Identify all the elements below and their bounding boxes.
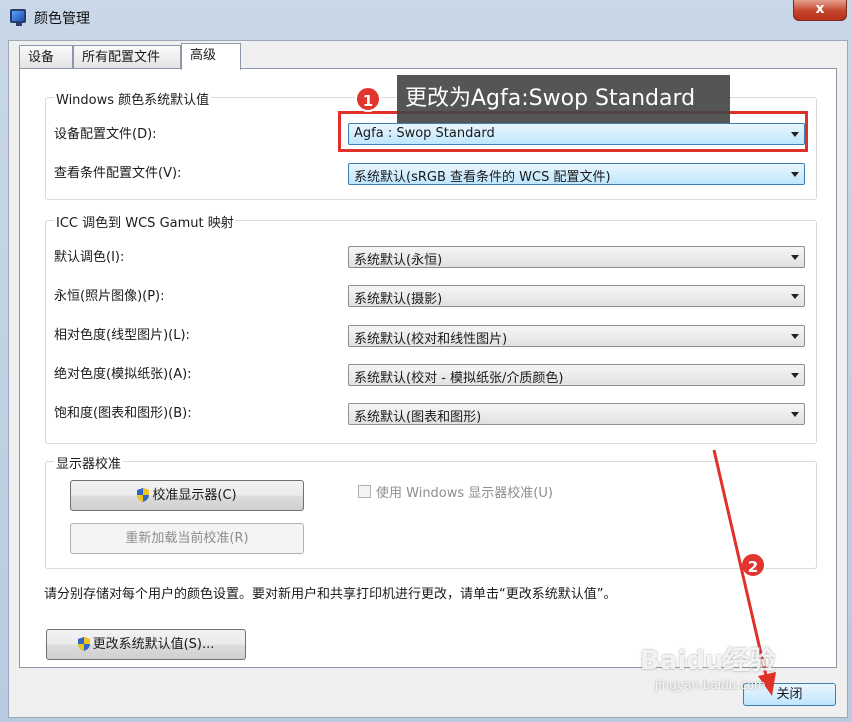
absolute-colorimetric-select[interactable]: 系统默认(校对 - 模拟纸张/介质颜色) [348, 364, 805, 386]
gamut-mapping-group-title: ICC 调色到 WCS Gamut 映射 [54, 212, 236, 231]
chevron-down-icon [791, 255, 799, 260]
step-badge-2: 2 [740, 552, 766, 578]
perceptual-label: 永恒(照片图像)(P): [54, 289, 165, 304]
tab-advanced[interactable]: 高级 [181, 43, 241, 70]
calibrate-display-label: 校准显示器(C) [152, 488, 237, 503]
viewing-profile-value: 系统默认(sRGB 查看条件的 WCS 配置文件) [354, 170, 611, 185]
relative-colorimetric-value: 系统默认(校对和线性图片) [354, 332, 508, 347]
shield-icon [137, 488, 150, 502]
instruction-callout: 更改为Agfa:Swop Standard [397, 75, 730, 123]
saturation-value: 系统默认(图表和图形) [354, 410, 482, 425]
watermark: Baidu经验 [640, 646, 776, 676]
change-system-defaults-button[interactable]: 更改系统默认值(S)... [46, 629, 246, 660]
chevron-down-icon [791, 294, 799, 299]
watermark-url: jingyan.baidu.com [655, 678, 766, 692]
step-badge-1: 1 [355, 86, 381, 112]
default-rendering-label: 默认调色(I): [54, 250, 125, 265]
change-system-defaults-label: 更改系统默认值(S)... [92, 637, 215, 652]
tab-devices[interactable]: 设备 [19, 45, 73, 68]
chevron-down-icon [791, 412, 799, 417]
saturation-select[interactable]: 系统默认(图表和图形) [348, 403, 805, 425]
relative-colorimetric-label: 相对色度(线型图片)(L): [54, 328, 190, 343]
use-windows-calibration-checkbox[interactable] [358, 485, 371, 498]
reload-calibration-button[interactable]: 重新加载当前校准(R) [70, 523, 304, 554]
chevron-down-icon [791, 334, 799, 339]
title-bar: 颜色管理 x [0, 0, 852, 34]
footer-note: 请分别存储对每个用户的颜色设置。要对新用户和共享打印机进行更改，请单击“更改系统… [44, 587, 617, 602]
windows-defaults-group-title: Windows 颜色系统默认值 [54, 89, 212, 108]
absolute-colorimetric-value: 系统默认(校对 - 模拟纸张/介质颜色) [354, 371, 564, 386]
default-rendering-select[interactable]: 系统默认(永恒) [348, 246, 805, 268]
window-title: 颜色管理 [34, 11, 90, 27]
relative-colorimetric-select[interactable]: 系统默认(校对和线性图片) [348, 325, 805, 347]
viewing-profile-select[interactable]: 系统默认(sRGB 查看条件的 WCS 配置文件) [348, 163, 805, 185]
device-profile-label: 设备配置文件(D): [54, 127, 157, 142]
tab-all-profiles[interactable]: 所有配置文件 [73, 45, 181, 68]
absolute-colorimetric-label: 绝对色度(模拟纸张)(A): [54, 367, 192, 382]
viewing-profile-label: 查看条件配置文件(V): [54, 166, 182, 181]
display-calibration-group-title: 显示器校准 [54, 453, 124, 472]
chevron-down-icon [791, 172, 799, 177]
perceptual-select[interactable]: 系统默认(摄影) [348, 285, 805, 307]
use-windows-calibration-label: 使用 Windows 显示器校准(U) [376, 486, 553, 501]
perceptual-value: 系统默认(摄影) [354, 292, 443, 307]
default-rendering-value: 系统默认(永恒) [354, 253, 443, 268]
monitor-icon [10, 9, 26, 26]
shield-icon [77, 637, 90, 651]
chevron-down-icon [791, 373, 799, 378]
advanced-tab-panel: Windows 颜色系统默认值 设备配置文件(D): Agfa : Swop S… [19, 68, 837, 668]
calibrate-display-button[interactable]: 校准显示器(C) [70, 480, 304, 511]
saturation-label: 饱和度(图表和图形)(B): [54, 406, 192, 421]
window-close-button[interactable]: x [793, 0, 847, 21]
